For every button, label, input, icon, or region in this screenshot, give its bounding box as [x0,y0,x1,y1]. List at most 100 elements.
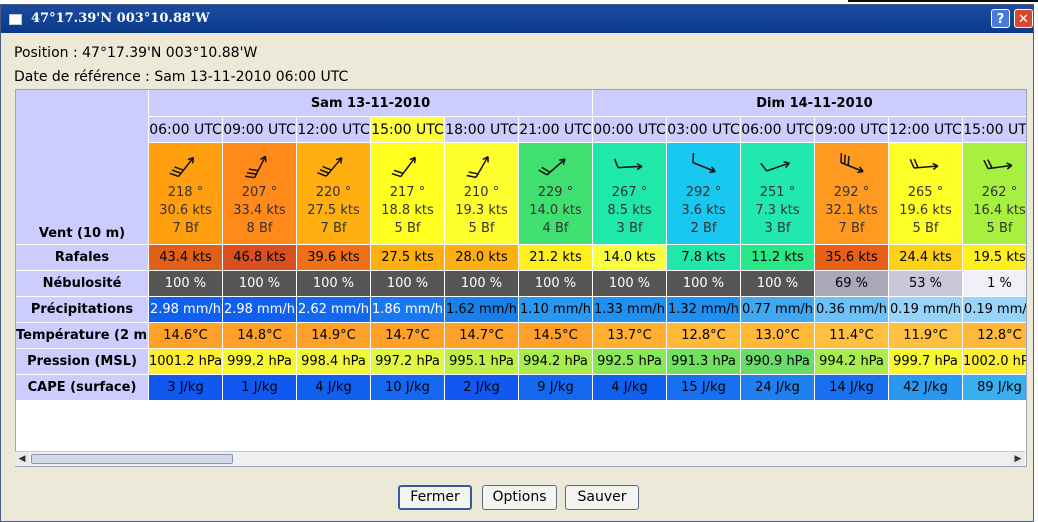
temp-cell[interactable]: 11.9°C [889,323,963,349]
pressure-cell[interactable]: 994.2 hPa [519,349,593,375]
cloud-cell[interactable]: 100 % [223,271,297,297]
cloud-cell[interactable]: 100 % [519,271,593,297]
precip-cell[interactable]: 1.62 mm/h [445,297,519,323]
precip-cell[interactable]: 2.98 mm/h [223,297,297,323]
gust-cell[interactable]: 14.0 kts [593,245,667,271]
precip-cell[interactable]: 0.19 mm/h [963,297,1026,323]
gust-cell[interactable]: 19.5 kts [963,245,1026,271]
gust-cell[interactable]: 28.0 kts [445,245,519,271]
scroll-right-icon[interactable]: ▶ [1011,452,1025,466]
cloud-cell[interactable]: 69 % [815,271,889,297]
precip-cell[interactable]: 1.33 mm/h [593,297,667,323]
wind-cell[interactable]: 218 ° 30.6 kts 7 Bf [149,143,223,245]
gust-cell[interactable]: 7.8 kts [667,245,741,271]
time-header[interactable]: 09:00 UTC [223,117,297,143]
cape-cell[interactable]: 24 J/kg [741,375,815,401]
wind-cell[interactable]: 251 ° 7.3 kts 3 Bf [741,143,815,245]
help-button[interactable]: ? [991,9,1010,28]
pressure-cell[interactable]: 999.2 hPa [223,349,297,375]
temp-cell[interactable]: 14.6°C [149,323,223,349]
temp-cell[interactable]: 14.7°C [445,323,519,349]
precip-cell[interactable]: 0.77 mm/h [741,297,815,323]
precip-cell[interactable]: 2.62 mm/h [297,297,371,323]
cape-cell[interactable]: 15 J/kg [667,375,741,401]
pressure-cell[interactable]: 995.1 hPa [445,349,519,375]
temp-cell[interactable]: 14.5°C [519,323,593,349]
cloud-cell[interactable]: 100 % [667,271,741,297]
save-button[interactable]: Sauver [565,485,639,510]
wind-cell[interactable]: 210 ° 19.3 kts 5 Bf [445,143,519,245]
pressure-cell[interactable]: 990.9 hPa [741,349,815,375]
time-header[interactable]: 21:00 UTC [519,117,593,143]
pressure-cell[interactable]: 991.3 hPa [667,349,741,375]
cape-cell[interactable]: 89 J/kg [963,375,1026,401]
close-icon[interactable]: ✕ [1014,9,1033,28]
temp-cell[interactable]: 12.8°C [667,323,741,349]
gust-cell[interactable]: 35.6 kts [815,245,889,271]
precip-cell[interactable]: 0.36 mm/h [815,297,889,323]
cape-cell[interactable]: 2 J/kg [445,375,519,401]
temp-cell[interactable]: 11.4°C [815,323,889,349]
temp-cell[interactable]: 12.8°C [963,323,1026,349]
wind-cell[interactable]: 292 ° 3.6 kts 2 Bf [667,143,741,245]
wind-cell[interactable]: 217 ° 18.8 kts 5 Bf [371,143,445,245]
title-bar[interactable]: 47°17.39'N 003°10.88'W ? ✕ [1,5,1033,33]
cloud-cell[interactable]: 100 % [741,271,815,297]
cloud-cell[interactable]: 1 % [963,271,1026,297]
cloud-cell[interactable]: 100 % [371,271,445,297]
cape-cell[interactable]: 4 J/kg [593,375,667,401]
time-header[interactable]: 12:00 UTC [889,117,963,143]
forecast-table[interactable]: Sam 13-11-2010 Dim 14-11-2010 06:00 UTC 09:… [15,89,1027,467]
close-button[interactable]: Fermer [398,485,472,510]
temp-cell[interactable]: 14.9°C [297,323,371,349]
pressure-cell[interactable]: 999.7 hPa [889,349,963,375]
temp-cell[interactable]: 14.8°C [223,323,297,349]
gust-cell[interactable]: 46.8 kts [223,245,297,271]
pressure-cell[interactable]: 994.2 hPa [815,349,889,375]
wind-cell[interactable]: 262 ° 16.4 kts 5 Bf [963,143,1026,245]
gust-cell[interactable]: 43.4 kts [149,245,223,271]
wind-cell[interactable]: 265 ° 19.6 kts 5 Bf [889,143,963,245]
precip-cell[interactable]: 1.86 mm/h [371,297,445,323]
cloud-cell[interactable]: 100 % [297,271,371,297]
time-header[interactable]: 15:00 UTC [371,117,445,143]
time-header[interactable]: 15:00 UTC [963,117,1026,143]
cape-cell[interactable]: 14 J/kg [815,375,889,401]
pressure-cell[interactable]: 998.4 hPa [297,349,371,375]
wind-cell[interactable]: 220 ° 27.5 kts 7 Bf [297,143,371,245]
gust-cell[interactable]: 39.6 kts [297,245,371,271]
wind-cell[interactable]: 267 ° 8.5 kts 3 Bf [593,143,667,245]
time-header[interactable]: 12:00 UTC [297,117,371,143]
cape-cell[interactable]: 9 J/kg [519,375,593,401]
precip-cell[interactable]: 2.98 mm/h [149,297,223,323]
wind-cell[interactable]: 229 ° 14.0 kts 4 Bf [519,143,593,245]
time-header[interactable]: 06:00 UTC [149,117,223,143]
pressure-cell[interactable]: 997.2 hPa [371,349,445,375]
time-header[interactable]: 09:00 UTC [815,117,889,143]
horizontal-scrollbar[interactable]: ◀ ▶ [15,451,1025,466]
pressure-cell[interactable]: 1001.2 hPa [149,349,223,375]
cloud-cell[interactable]: 53 % [889,271,963,297]
time-header[interactable]: 03:00 UTC [667,117,741,143]
options-button[interactable]: Options [482,485,557,510]
cloud-cell[interactable]: 100 % [445,271,519,297]
cloud-cell[interactable]: 100 % [593,271,667,297]
gust-cell[interactable]: 24.4 kts [889,245,963,271]
time-header[interactable]: 00:00 UTC [593,117,667,143]
pressure-cell[interactable]: 1002.0 hPa [963,349,1026,375]
wind-cell[interactable]: 207 ° 33.4 kts 8 Bf [223,143,297,245]
cape-cell[interactable]: 4 J/kg [297,375,371,401]
scroll-left-icon[interactable]: ◀ [15,452,29,466]
cape-cell[interactable]: 10 J/kg [371,375,445,401]
precip-cell[interactable]: 1.10 mm/h [519,297,593,323]
gust-cell[interactable]: 21.2 kts [519,245,593,271]
cape-cell[interactable]: 3 J/kg [149,375,223,401]
time-header[interactable]: 06:00 UTC [741,117,815,143]
pressure-cell[interactable]: 992.5 hPa [593,349,667,375]
gust-cell[interactable]: 11.2 kts [741,245,815,271]
precip-cell[interactable]: 0.19 mm/h [889,297,963,323]
precip-cell[interactable]: 1.32 mm/h [667,297,741,323]
gust-cell[interactable]: 27.5 kts [371,245,445,271]
temp-cell[interactable]: 13.0°C [741,323,815,349]
scroll-thumb[interactable] [31,454,233,464]
